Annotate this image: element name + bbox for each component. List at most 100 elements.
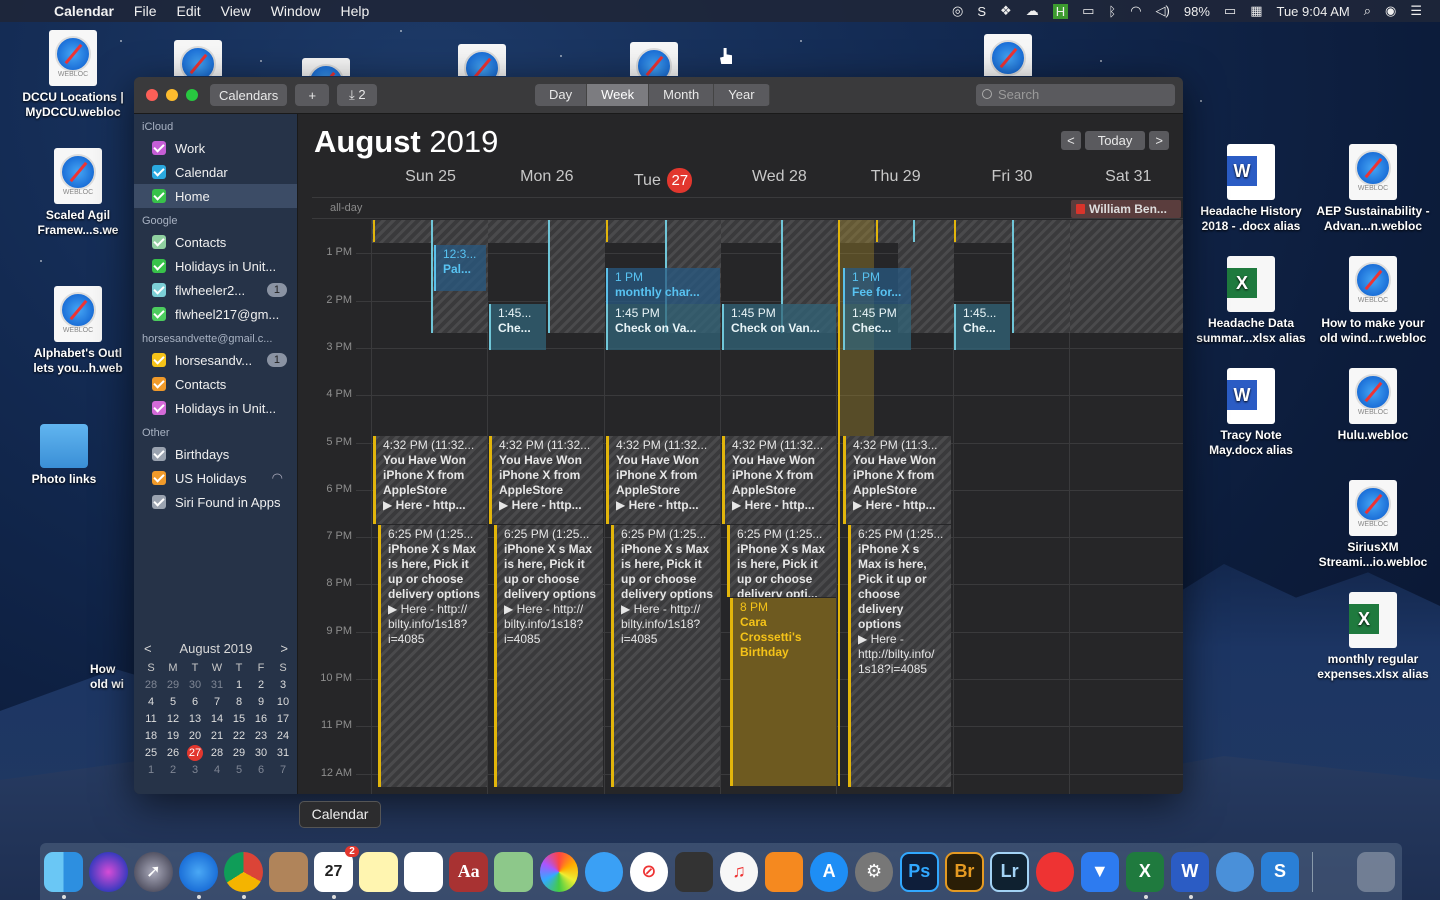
minimize-button[interactable]: [166, 89, 178, 101]
desktop-icon-monthly-expenses[interactable]: X monthly regular expenses.xlsx alias: [1314, 592, 1432, 682]
mini-day[interactable]: 9: [250, 694, 272, 711]
event-thu-fee[interactable]: 1 PM Fee for...: [843, 268, 911, 304]
mini-day[interactable]: 29: [228, 745, 250, 762]
dictionary-icon[interactable]: Aa: [449, 851, 488, 892]
mini-day[interactable]: 3: [272, 677, 294, 694]
inbox-button[interactable]: ⤓ 2: [337, 84, 378, 106]
desktop-icon-partial[interactable]: [458, 44, 506, 76]
calendar-item[interactable]: flwheeler2... 1: [134, 278, 297, 302]
mini-day[interactable]: 8: [228, 694, 250, 711]
menu-window[interactable]: Window: [271, 3, 321, 19]
mini-day[interactable]: 6: [184, 694, 206, 711]
spotlight-icon[interactable]: ⌕: [1364, 3, 1371, 19]
zoom-button[interactable]: [186, 89, 198, 101]
desktop-icon-old-windows[interactable]: WEBLOC How to make your old wind...r.web…: [1314, 256, 1432, 346]
launchpad-icon[interactable]: ➚: [134, 851, 173, 892]
mini-day[interactable]: 6: [250, 762, 272, 779]
mini-day[interactable]: 18: [140, 728, 162, 745]
airplay-icon[interactable]: ▭: [1082, 3, 1094, 19]
cloud-upload-icon[interactable]: ☁: [1026, 3, 1039, 19]
menu-help[interactable]: Help: [341, 3, 370, 19]
mini-day[interactable]: 5: [228, 762, 250, 779]
checkbox-icon[interactable]: [152, 353, 166, 367]
dropbox-icon[interactable]: ❖: [1000, 3, 1012, 19]
calendar-item[interactable]: horsesandv... 1: [134, 348, 297, 372]
day-header[interactable]: Thu 29: [837, 168, 954, 196]
mini-today[interactable]: 27: [187, 745, 203, 761]
event-tue-432[interactable]: 4:32 PM (11:32... You Have Won iPhone X f…: [606, 436, 720, 524]
calendar-item[interactable]: Contacts: [134, 372, 297, 396]
mini-day[interactable]: 15: [228, 711, 250, 728]
photoshop-icon[interactable]: Ps: [899, 851, 939, 892]
allday-event-william[interactable]: William Ben...: [1071, 200, 1181, 218]
today-button[interactable]: Today: [1084, 131, 1146, 150]
mini-day[interactable]: 14: [206, 711, 228, 728]
event-mon-432[interactable]: 4:32 PM (11:32... You Have Won iPhone X f…: [489, 436, 603, 524]
itunes-icon[interactable]: ♫: [719, 851, 759, 892]
checkbox-icon[interactable]: [152, 447, 166, 461]
trash-icon[interactable]: [1356, 851, 1396, 892]
checkbox-icon[interactable]: [152, 307, 166, 321]
checkbox-icon[interactable]: [152, 141, 166, 155]
mini-day[interactable]: 29: [162, 677, 184, 694]
event-tue-check-van[interactable]: 1:45 PM Check on Va...: [606, 304, 720, 350]
day-header[interactable]: Sat 31: [1070, 168, 1183, 196]
desktop-icon-dccu[interactable]: WEBLOC DCCU Locations | MyDCCU.webloc: [14, 30, 132, 120]
event-thu-check[interactable]: 1:45 PM Chec...: [843, 304, 911, 350]
mini-day[interactable]: 24: [272, 728, 294, 745]
system-preferences-icon[interactable]: ⚙: [854, 851, 894, 892]
close-button[interactable]: [146, 89, 158, 101]
calendar-item[interactable]: Contacts: [134, 230, 297, 254]
mini-day[interactable]: 25: [140, 745, 162, 762]
calendar-item[interactable]: Calendar: [134, 160, 297, 184]
notification-center-icon[interactable]: ☰: [1410, 3, 1422, 19]
menu-view[interactable]: View: [221, 3, 251, 19]
desktop-icon-hulu[interactable]: WEBLOC Hulu.webloc: [1314, 368, 1432, 443]
mini-day[interactable]: 11: [140, 711, 162, 728]
mini-day[interactable]: 23: [250, 728, 272, 745]
checkbox-icon[interactable]: [152, 495, 166, 509]
calendar-item[interactable]: flwheel217@gm...: [134, 302, 297, 326]
day-header[interactable]: Tue 27: [605, 168, 722, 196]
mini-day[interactable]: 19: [162, 728, 184, 745]
event-thu-625[interactable]: 6:25 PM (1:25... iPhone X s Max is here, …: [848, 525, 951, 787]
mini-day[interactable]: 27: [184, 745, 206, 762]
view-month-button[interactable]: Month: [649, 84, 715, 106]
messages-icon[interactable]: [584, 851, 624, 892]
desktop-icon-alphabet[interactable]: WEBLOC Alphabet's Outl lets you...h.web: [22, 286, 134, 376]
calendar-item[interactable]: Siri Found in Apps: [134, 490, 297, 514]
bluetooth-icon[interactable]: ᛒ: [1108, 4, 1116, 19]
mini-day[interactable]: 20: [184, 728, 206, 745]
shield-vpn-icon[interactable]: ▼: [1080, 851, 1120, 892]
maps-icon[interactable]: [494, 851, 534, 892]
drive-icon[interactable]: [1215, 851, 1255, 892]
mini-day[interactable]: 22: [228, 728, 250, 745]
mini-day[interactable]: 21: [206, 728, 228, 745]
menu-app-name[interactable]: Calendar: [54, 3, 114, 19]
mini-day[interactable]: 30: [250, 745, 272, 762]
event-fri-check[interactable]: 1:45... Che...: [954, 304, 1010, 350]
calendar-item[interactable]: Birthdays: [134, 442, 297, 466]
search-field[interactable]: Search: [976, 84, 1175, 106]
calendar-item[interactable]: Work: [134, 136, 297, 160]
view-day-button[interactable]: Day: [535, 84, 588, 106]
calendars-button[interactable]: Calendars: [210, 84, 288, 106]
checkbox-icon[interactable]: [152, 377, 166, 391]
view-year-button[interactable]: Year: [714, 84, 770, 106]
checkbox-icon[interactable]: [152, 401, 166, 415]
view-week-button[interactable]: Week: [587, 84, 650, 106]
checkbox-icon[interactable]: [152, 235, 166, 249]
event-tue-625[interactable]: 6:25 PM (1:25... iPhone X s Max is here, …: [611, 525, 720, 787]
desktop-icon-aep[interactable]: WEBLOC AEP Sustainability - Advan...n.we…: [1314, 144, 1432, 234]
mini-day[interactable]: 13: [184, 711, 206, 728]
mini-day[interactable]: 2: [250, 677, 272, 694]
reminders-icon[interactable]: [404, 851, 443, 892]
desktop-icon-siriusxm[interactable]: WEBLOC SiriusXM Streami...io.webloc: [1314, 480, 1432, 570]
photos-icon[interactable]: [539, 851, 579, 892]
mini-day[interactable]: 17: [272, 711, 294, 728]
desktop-icon-partial[interactable]: [174, 40, 222, 76]
menu-edit[interactable]: Edit: [176, 3, 200, 19]
mini-day[interactable]: 28: [206, 745, 228, 762]
calendar-item[interactable]: US Holidays ◠: [134, 466, 297, 490]
next-week-button[interactable]: >: [1149, 131, 1169, 150]
